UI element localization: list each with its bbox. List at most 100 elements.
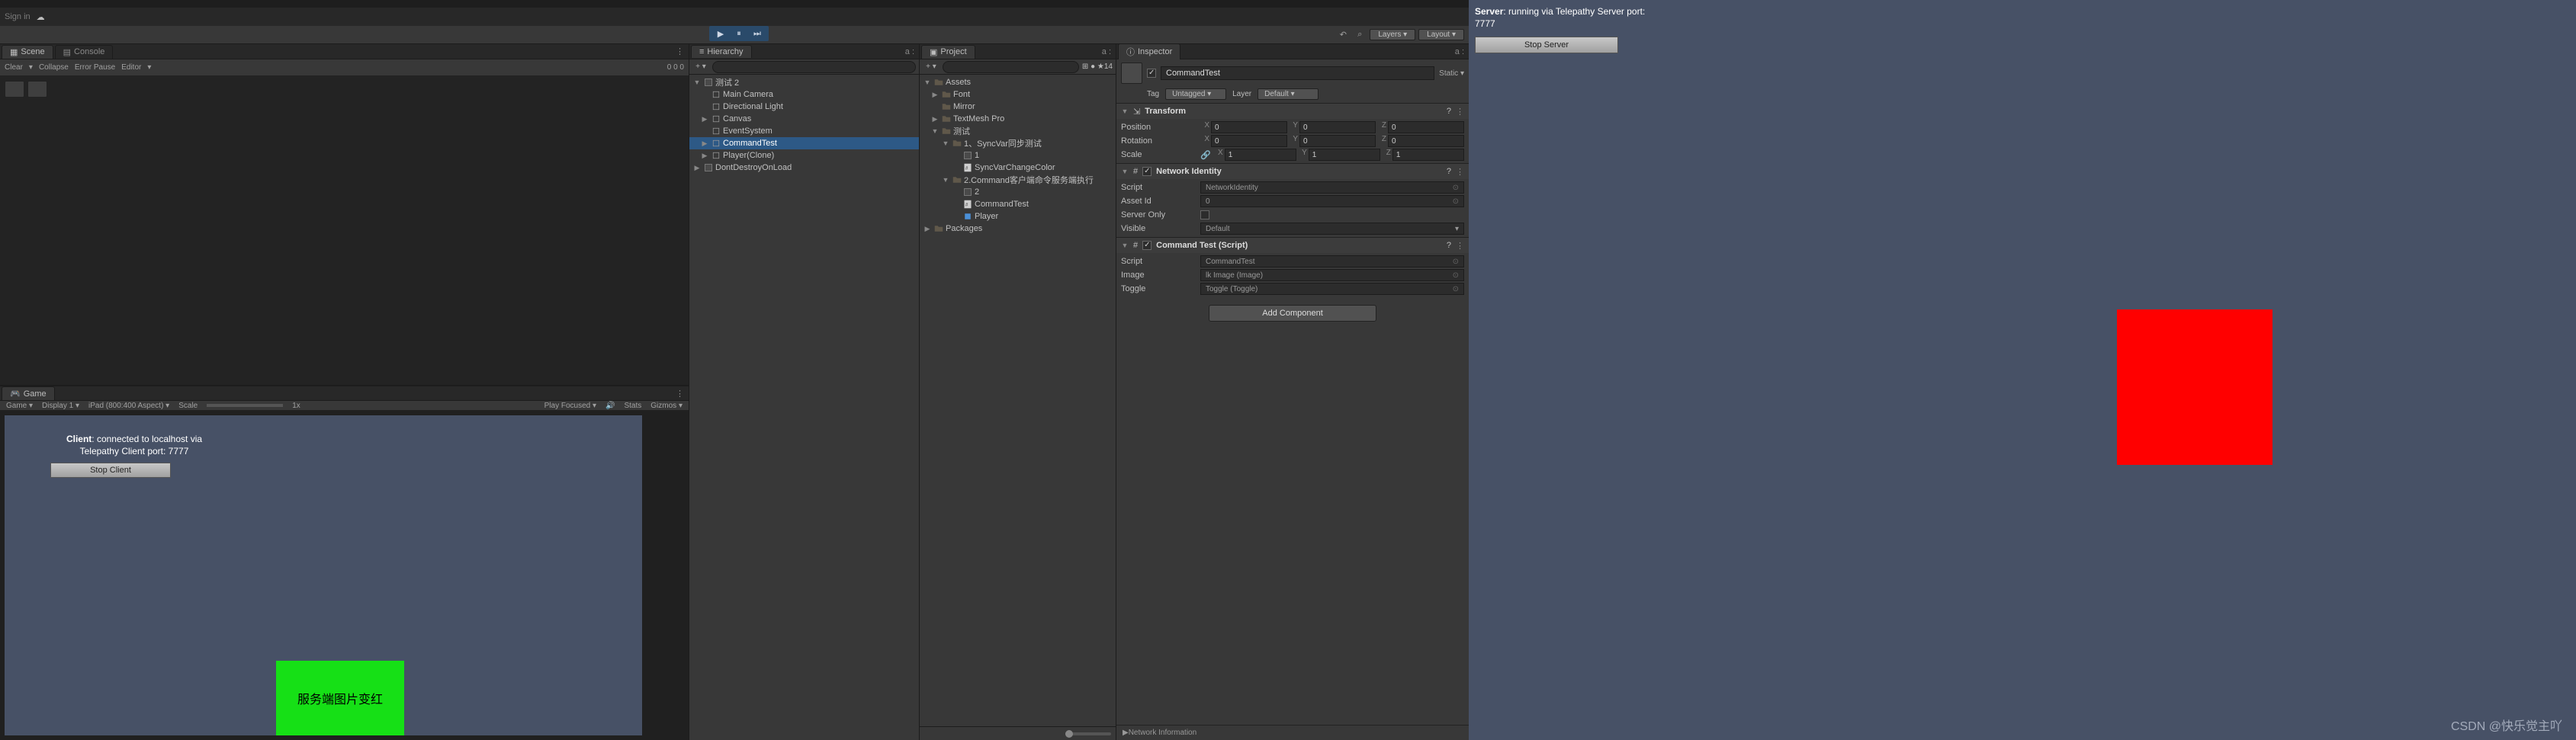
panel-menu-icon[interactable]: a : [1097,47,1116,56]
foldout-icon[interactable]: ▼ [941,139,950,147]
signin-button[interactable]: Sign in [5,12,31,21]
layout-dropdown[interactable]: Layout ▾ [1418,29,1464,40]
panel-menu-icon[interactable]: ⋮ [671,389,689,399]
play-button[interactable]: ▶ [712,27,729,40]
tree-item[interactable]: Main Camera [689,88,919,101]
tag-dropdown[interactable]: Untagged ▾ [1165,88,1226,100]
tree-item[interactable]: ▼1、SyncVar同步测试 [920,137,1116,149]
foldout-icon[interactable]: ▶ [930,115,940,123]
aspect-dropdown[interactable]: iPad (800:400 Aspect) ▾ [88,402,169,410]
tree-item[interactable]: ▼测试 2 [689,76,919,88]
foldout-icon[interactable]: ▶ [930,91,940,99]
object-field[interactable]: 0⊙ [1200,195,1464,207]
create-dropdown[interactable]: + ▾ [923,62,940,71]
lock-icon[interactable]: 🔗 [1200,150,1211,160]
stop-server-button[interactable]: Stop Server [1475,37,1618,53]
panel-menu-icon[interactable]: a : [901,47,919,56]
step-button[interactable]: ⏭ [749,27,766,40]
object-field[interactable]: Toggle (Toggle)⊙ [1200,283,1464,295]
foldout-icon[interactable]: ▶ [700,115,709,123]
tree-item[interactable]: ▼Assets [920,76,1116,88]
tree-item[interactable]: #CommandTest [920,198,1116,210]
hierarchy-search[interactable] [712,61,916,73]
x-field[interactable]: 0 [1211,135,1287,147]
tree-item[interactable]: Player [920,210,1116,223]
tree-item[interactable]: ▶Canvas [689,113,919,125]
tool-button[interactable] [5,81,24,98]
tree-item[interactable]: 1 [920,149,1116,162]
gameobject-name-field[interactable] [1161,66,1434,80]
console-tab[interactable]: ▤ Console [55,45,114,59]
mute-icon[interactable]: 🔊 [605,402,615,410]
tree-item[interactable]: Directional Light [689,101,919,113]
tree-item[interactable]: 2 [920,186,1116,198]
help-icon[interactable]: ? [1447,241,1451,250]
hierarchy-tab[interactable]: ≡ Hierarchy [691,45,752,58]
help-icon[interactable]: ? [1447,107,1451,116]
tree-item[interactable]: ▼测试 [920,125,1116,137]
error-pause-toggle[interactable]: Error Pause [75,63,115,72]
panel-menu-icon[interactable]: ⋮ [671,46,689,56]
scene-tab[interactable]: ▦ Scene [2,45,53,59]
tree-item[interactable]: ▶TextMesh Pro [920,113,1116,125]
layers-dropdown[interactable]: Layers ▾ [1370,29,1415,40]
scene-view[interactable] [0,76,689,385]
y-field[interactable]: 0 [1299,121,1376,133]
network-info-foldout[interactable]: ▶ Network Information [1116,725,1469,740]
help-icon[interactable]: ? [1447,167,1451,176]
add-component-button[interactable]: Add Component [1209,305,1376,322]
project-tree[interactable]: ▼Assets▶FontMirror▶TextMesh Pro▼测试▼1、Syn… [920,75,1116,726]
tree-item[interactable]: ▼2.Command客户端命令服务端执行 [920,174,1116,186]
hierarchy-tree[interactable]: ▼测试 2Main CameraDirectional Light▶Canvas… [689,75,919,740]
active-checkbox[interactable] [1147,69,1156,78]
game-mode-dropdown[interactable]: Game ▾ [6,402,33,410]
inspector-tab[interactable]: ⓘ Inspector [1118,43,1180,59]
y-field[interactable]: 0 [1299,135,1376,147]
x-field[interactable]: 1 [1225,149,1296,161]
pause-button[interactable]: ⏸ [731,27,747,40]
foldout-icon[interactable]: ▼ [930,127,940,135]
stop-client-button[interactable]: Stop Client [50,463,171,478]
foldout-icon[interactable]: ▼ [1121,107,1129,115]
z-field[interactable]: 0 [1388,135,1464,147]
game-view[interactable]: Client: connected to localhost via Telep… [5,415,642,735]
project-filter-icons[interactable]: ⊞ ● ★14 [1082,62,1113,71]
enabled-checkbox[interactable] [1142,241,1151,250]
object-field[interactable]: lk Image (Image)⊙ [1200,269,1464,281]
tree-item[interactable]: ▶Player(Clone) [689,149,919,162]
icon-size-slider[interactable] [1065,732,1111,735]
tool-button[interactable] [27,81,47,98]
game-tab[interactable]: 🎮 Game [2,386,55,400]
foldout-icon[interactable]: ▼ [923,78,932,86]
z-field[interactable]: 0 [1388,121,1464,133]
create-dropdown[interactable]: + ▾ [692,62,709,71]
scale-slider[interactable] [207,404,283,407]
layer-dropdown[interactable]: Default ▾ [1257,88,1319,100]
enabled-checkbox[interactable] [1142,167,1151,176]
panel-menu-icon[interactable]: a : [1450,47,1469,56]
foldout-icon[interactable]: ▶ [700,139,709,148]
tree-item[interactable]: ▶CommandTest [689,137,919,149]
x-field[interactable]: 0 [1211,121,1287,133]
foldout-icon[interactable]: ▶ [923,225,932,233]
y-field[interactable]: 1 [1309,149,1380,161]
gizmos-dropdown[interactable]: Gizmos ▾ [650,402,683,410]
project-search[interactable] [943,61,1079,73]
tree-item[interactable]: Mirror [920,101,1116,113]
foldout-icon[interactable]: ▼ [1121,168,1129,175]
checkbox[interactable] [1200,210,1209,219]
collapse-toggle[interactable]: Collapse [39,63,69,72]
foldout-icon[interactable]: ▼ [941,176,950,184]
component-menu-icon[interactable]: ⋮ [1456,167,1464,177]
tree-item[interactable]: ▶DontDestroyOnLoad [689,162,919,174]
tree-item[interactable]: #SyncVarChangeColor [920,162,1116,174]
foldout-icon[interactable]: ▶ [692,164,702,172]
red-image[interactable] [2117,309,2272,465]
clear-button[interactable]: Clear [5,63,23,72]
undo-icon[interactable]: ↶ [1336,30,1350,40]
component-menu-icon[interactable]: ⋮ [1456,107,1464,117]
gameobject-icon[interactable] [1121,62,1142,84]
tree-item[interactable]: EventSystem [689,125,919,137]
display-dropdown[interactable]: Display 1 ▾ [42,402,79,410]
tree-item[interactable]: ▶Font [920,88,1116,101]
